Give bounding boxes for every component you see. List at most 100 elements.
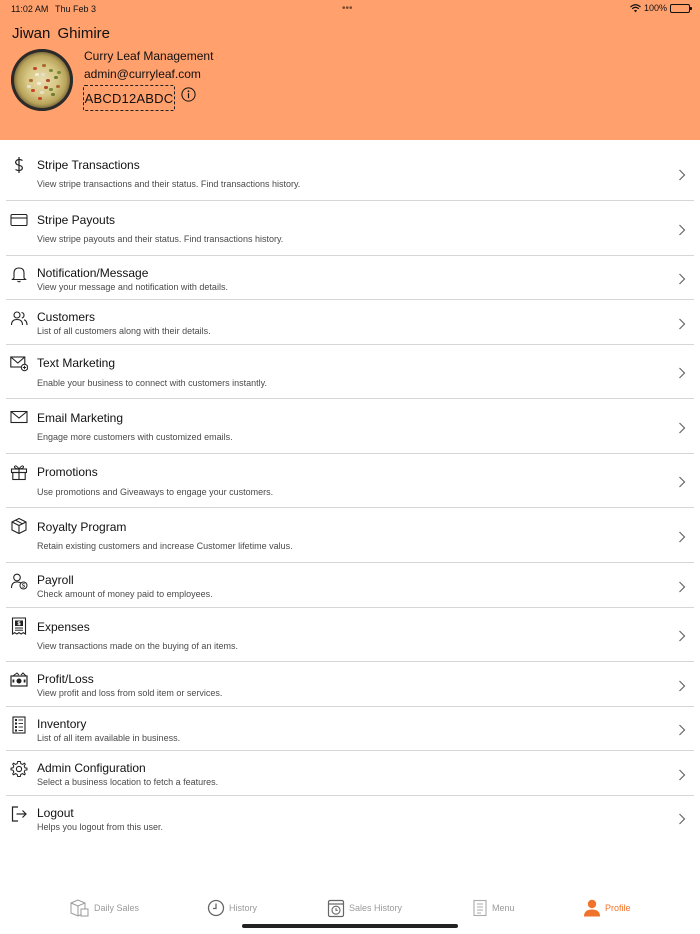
box-icon [11,517,27,535]
credit-card-icon [10,213,28,227]
menu-item-description: View transactions made on the buying of … [37,641,238,651]
tab-label: Menu [492,903,515,913]
avatar-speck [35,73,39,76]
tab-label: Profile [605,903,631,913]
avatar-speck [27,85,31,88]
chevron-right-icon [679,318,686,330]
avatar[interactable] [11,49,73,111]
avatar-speck [49,88,53,91]
avatar-speck [37,82,41,85]
inventory-icon [12,716,26,734]
menu-item-description: Select a business location to fetch a fe… [37,777,219,787]
menu-item-description: Use promotions and Giveaways to engage y… [37,487,274,497]
menu-item-email-marketing[interactable]: Email Marketing Engage more customers wit… [6,399,694,454]
business-email: admin@curryleaf.com [84,67,201,81]
menu-item-title: Email Marketing [37,411,124,425]
chevron-right-icon [679,169,686,181]
menu-item-description: List of all item available in business. [37,733,181,743]
chevron-right-icon [679,630,686,642]
tab-profile[interactable]: Profile [583,890,631,926]
menu-item-description: Retain existing customers and increase C… [37,541,293,551]
avatar-speck [54,76,58,79]
menu-item-stripe-payouts[interactable]: Stripe Payouts View stripe payouts and th… [6,201,694,256]
tab-history[interactable]: History [207,890,257,926]
bell-icon [11,267,27,283]
chevron-right-icon [679,273,686,285]
envelope-add-icon [10,356,28,372]
menu-item-title: Inventory [37,717,87,731]
menu-item-title: Notification/Message [37,266,149,280]
chevron-right-icon [679,531,686,543]
business-code[interactable]: ABCD12ABDC [83,85,175,111]
tab-label: Daily Sales [94,903,140,913]
status-time: 11:02 AM [11,4,49,14]
avatar-speck [40,91,44,94]
tab-label: Sales History [349,903,403,913]
chevron-right-icon [679,813,686,825]
business-name: Curry Leaf Management [84,49,214,63]
menu-item-title: Expenses [37,620,90,634]
menu-item-description: View your message and notification with … [37,282,228,292]
menu-item-title: Stripe Transactions [37,158,140,172]
menu-item-description: Engage more customers with customized em… [37,432,233,442]
multitasking-dots-icon[interactable]: ••• [342,3,353,14]
menu-item-title: Text Marketing [37,356,116,370]
menu-item-admin-configuration[interactable]: Admin Configuration Select a business loc… [6,751,694,796]
menu-item-notification-message[interactable]: Notification/Message View your message an… [6,256,694,300]
avatar-speck [57,71,61,74]
profile-header: 11:02 AM Thu Feb 3 ••• 100% Jiwan Ghimir… [0,0,700,140]
payroll-icon [10,573,28,590]
cash-icon [10,672,28,687]
tab-daily-sales[interactable]: Daily Sales [68,890,139,926]
menu-item-description: View stripe payouts and their status. Fi… [37,234,284,244]
menu-item-stripe-transactions[interactable]: Stripe Transactions View stripe transacti… [6,147,694,201]
home-indicator[interactable] [242,924,458,928]
gear-icon [10,761,28,777]
menu-item-logout[interactable]: Logout Helps you logout from this user. [6,796,694,840]
receipt-icon: $ [11,617,27,635]
user-name: Jiwan Ghimire [12,25,111,42]
menu-item-text-marketing[interactable]: Text Marketing Enable your business to co… [6,345,694,399]
menu-item-title: Payroll [37,573,74,587]
settings-menu: Stripe Transactions View stripe transacti… [6,147,694,840]
menu-item-description: List of all customers along with their d… [37,326,211,336]
menu-item-description: View stripe transactions and their statu… [37,179,301,189]
avatar-speck [44,86,48,89]
logout-icon [11,806,27,822]
tab-menu[interactable]: Menu [472,890,515,926]
tab-bar: Daily Sales History Sales History Menu P… [0,890,700,926]
status-indicators: 100% [630,3,692,13]
avatar-speck [49,69,53,72]
person-icon [584,899,600,917]
info-icon[interactable] [181,87,196,102]
svg-text:$: $ [17,621,21,627]
menu-item-promotions[interactable]: Promotions Use promotions and Giveaways t… [6,454,694,508]
avatar-speck [46,79,50,82]
menu-item-description: Enable your business to connect with cus… [37,378,267,388]
menu-item-profit-loss[interactable]: Profit/Loss View profit and loss from sol… [6,662,694,707]
tab-sales-history[interactable]: Sales History [327,890,402,926]
clock-icon [207,899,225,917]
tab-label: History [229,903,258,913]
chevron-right-icon [679,367,686,379]
menu-item-expenses[interactable]: $ Expenses View transactions made on the b… [6,608,694,662]
users-icon [10,311,28,326]
menu-item-description: View profit and loss from sold item or s… [37,688,223,698]
menu-item-inventory[interactable]: Inventory List of all item available in b… [6,707,694,751]
chevron-right-icon [679,581,686,593]
chevron-right-icon [679,680,686,692]
avatar-speck [31,89,35,92]
menu-item-title: Royalty Program [37,520,127,534]
menu-item-customers[interactable]: Customers List of all customers along wit… [6,300,694,345]
avatar-speck [56,85,60,88]
menu-item-royalty-program[interactable]: Royalty Program Retain existing customers… [6,508,694,563]
avatar-speck [51,93,55,96]
menu-item-payroll[interactable]: Payroll Check amount of money paid to emp… [6,563,694,608]
chevron-right-icon [679,422,686,434]
chevron-right-icon [679,224,686,236]
avatar-speck [41,73,45,76]
status-bar: 11:02 AM Thu Feb 3 ••• 100% [0,0,700,16]
menu-item-title: Stripe Payouts [37,213,116,227]
dollar-icon [15,157,23,173]
avatar-speck [29,79,33,82]
